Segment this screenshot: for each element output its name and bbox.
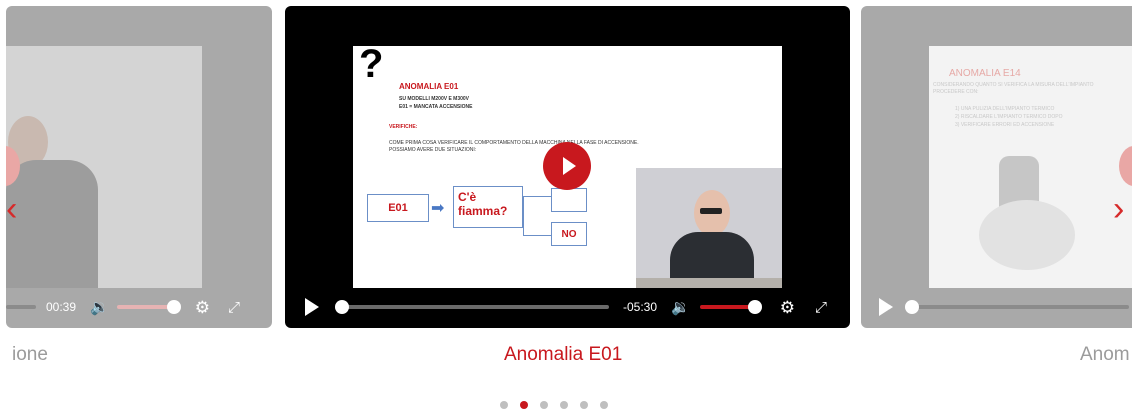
slide-item-2: 2) RISCALDARE L'IMPIANTO TERMICO DOPO	[955, 114, 1063, 120]
diagram-box-question-label: C'è fiamma?	[458, 190, 508, 218]
time-remaining: -05:30	[623, 300, 658, 314]
fullscreen-icon[interactable]: ⤢	[228, 299, 240, 316]
progress-track[interactable]	[335, 300, 609, 314]
slide-line-1: CONSIDERANDO QUANTO SI VERIFICA LA MISUR…	[933, 82, 1094, 88]
video-card-prev[interactable]: ‹ 00:39 🔉 ⚙ ⤢	[6, 6, 272, 328]
progress-track[interactable]	[905, 300, 1129, 314]
diagram-box-no-label: NO	[561, 228, 577, 240]
volume-knob[interactable]	[747, 300, 762, 314]
slide-bullet-1: SU MODELLI M200V E M300V	[399, 96, 470, 102]
presenter-video-inset	[636, 168, 782, 288]
slide-verifiche: VERIFICHE:	[389, 124, 418, 130]
device-image	[979, 156, 1075, 276]
video-controls: 00:39 🔉 ⚙ ⤢	[6, 286, 272, 328]
connector-line	[523, 196, 552, 236]
play-icon[interactable]	[879, 298, 893, 316]
video-card-active[interactable]: ? ANOMALIA E01 SU MODELLI M200V E M300V …	[285, 6, 850, 328]
play-icon[interactable]	[305, 298, 319, 316]
slide-body-1: COME PRIMA COSA VERIFICARE IL COMPORTAME…	[389, 140, 639, 146]
carousel-pagination	[500, 401, 608, 409]
diagram-box-e01: E01	[367, 194, 429, 222]
gear-icon[interactable]: ⚙	[195, 299, 210, 316]
time-remaining: 00:39	[46, 300, 77, 314]
pagination-dot-active[interactable]	[520, 401, 528, 409]
volume-icon[interactable]: 🔉	[90, 298, 109, 316]
pagination-dot[interactable]	[540, 401, 548, 409]
slide-title: ANOMALIA E01	[399, 82, 459, 91]
slide-bullet-2: E01 = MANCATA ACCENSIONE	[399, 104, 473, 110]
slide-body-2: POSSIAMO AVERE DUE SITUAZIONI:	[389, 147, 477, 153]
video-frame: ANOMALIA E14 CONSIDERANDO QUANTO SI VERI…	[929, 46, 1132, 288]
volume-slider[interactable]	[116, 300, 181, 314]
question-mark: ?	[359, 42, 384, 86]
pagination-dot[interactable]	[500, 401, 508, 409]
play-icon	[562, 157, 576, 175]
video-controls	[861, 286, 1132, 328]
diagram-box-no: NO	[551, 222, 587, 246]
video-caption-active[interactable]: Anomalia E01	[504, 344, 622, 366]
volume-slider[interactable]	[699, 300, 762, 314]
play-overlay-button[interactable]	[543, 142, 591, 190]
slide-line-2: PROCEDERE CON:	[933, 89, 979, 95]
volume-icon[interactable]: 🔉	[671, 298, 690, 316]
pagination-dot[interactable]	[600, 401, 608, 409]
arrow-right-icon: ➡	[431, 200, 445, 217]
progress-knob[interactable]	[905, 300, 919, 314]
diagram-box-yes	[551, 188, 587, 212]
diagram-box-e01-label: E01	[388, 202, 408, 214]
fullscreen-icon[interactable]: ⤢	[815, 299, 827, 316]
diagram-box-question: C'è fiamma?	[453, 186, 523, 228]
chevron-right-icon[interactable]: ›	[1113, 192, 1124, 226]
video-controls: -05:30 🔉 ⚙ ⤢	[285, 286, 850, 328]
gear-icon[interactable]: ⚙	[780, 299, 795, 316]
pagination-dot[interactable]	[560, 401, 568, 409]
progress-knob[interactable]	[335, 300, 349, 314]
presenter-image	[6, 116, 98, 288]
slide-item-3: 3) VERIFICARE ERRORI ED ACCENSIONE	[955, 122, 1055, 128]
chevron-left-icon[interactable]: ‹	[6, 192, 17, 226]
progress-track[interactable]	[6, 305, 36, 309]
video-caption-next[interactable]: Anom	[1080, 344, 1130, 366]
video-card-next[interactable]: ANOMALIA E14 CONSIDERANDO QUANTO SI VERI…	[861, 6, 1132, 328]
pagination-dot[interactable]	[580, 401, 588, 409]
slide-item-1: 1) UNA PULIZIA DELL'IMPIANTO TERMICO	[955, 106, 1055, 112]
video-frame	[6, 46, 202, 288]
video-caption-prev[interactable]: ione	[12, 344, 48, 366]
slide-title: ANOMALIA E14	[949, 68, 1021, 79]
